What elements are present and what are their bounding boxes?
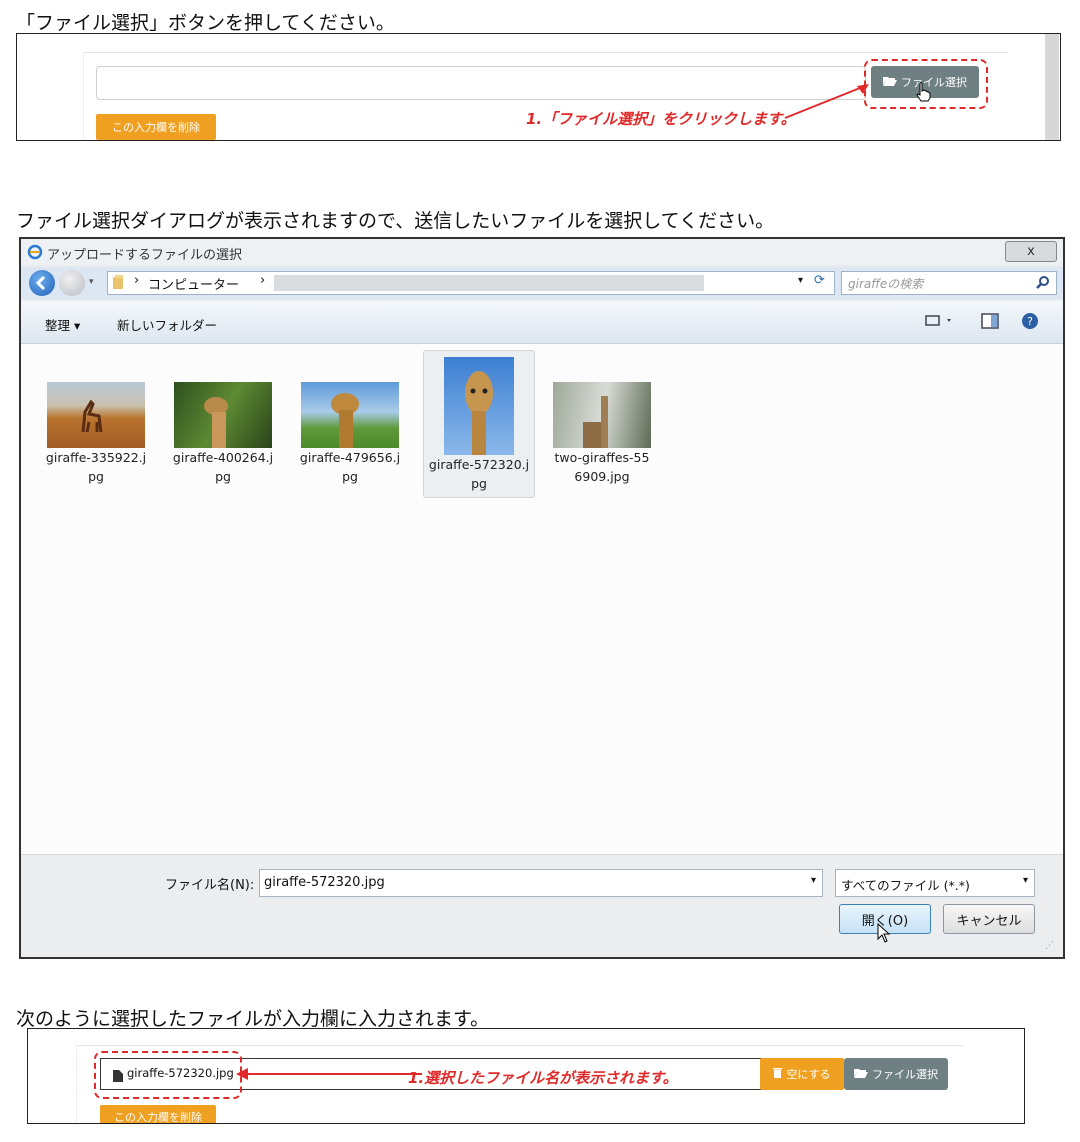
step3-screenshot-panel: giraffe-572320.jpg 空にする ファイル選択 この入力欄を削除 …	[27, 1028, 1025, 1124]
address-bar: ▾ › コンピューター › ▾ ⟳ giraffeの検索	[21, 267, 1063, 299]
file-name-line2: pg	[342, 469, 358, 484]
file-name-line2: 6909.jpg	[574, 469, 630, 484]
resize-grip-icon[interactable]: ⋰	[1045, 941, 1054, 951]
file-item[interactable]: giraffe-335922.j pg	[41, 382, 151, 486]
scrollbar[interactable]	[1045, 34, 1059, 140]
search-icon[interactable]	[1036, 274, 1050, 293]
file-item[interactable]: giraffe-400264.j pg	[168, 382, 278, 486]
preview-pane-icon[interactable]	[981, 313, 999, 333]
file-list-area: giraffe-335922.j pg giraffe-400264.j pg …	[21, 344, 1063, 854]
dialog-toolbar: 整理 ▾ 新しいフォルダー ?	[21, 301, 1063, 344]
browser-icon	[27, 244, 43, 264]
file-select-button[interactable]: ファイル選択	[844, 1058, 948, 1090]
file-name-line1: giraffe-479656.j	[299, 450, 401, 465]
path-dropdown-icon[interactable]: ▾	[798, 275, 803, 286]
clear-button[interactable]: 空にする	[760, 1058, 844, 1090]
dialog-title: アップロードするファイルの選択	[47, 248, 243, 263]
step1-screenshot-panel: ファイル選択 この入力欄を削除 1.「ファイル選択」をクリックします。	[16, 33, 1061, 141]
file-thumbnail	[174, 382, 272, 448]
close-button[interactable]: x	[1005, 241, 1057, 262]
file-path-input[interactable]	[96, 66, 866, 100]
cancel-button[interactable]: キャンセル	[943, 904, 1035, 934]
clear-label: 空にする	[786, 1068, 831, 1081]
back-button[interactable]	[29, 270, 55, 296]
breadcrumb-field[interactable]: › コンピューター › ▾ ⟳	[107, 271, 835, 295]
file-select-label: ファイル選択	[872, 1068, 938, 1081]
chevron-down-icon[interactable]: ▾	[811, 875, 816, 886]
annotation-arrow	[236, 1068, 422, 1080]
file-item[interactable]: giraffe-479656.j pg	[295, 382, 405, 486]
svg-text:?: ?	[1027, 315, 1033, 328]
file-thumbnail	[553, 382, 651, 448]
folder-open-icon	[854, 1067, 868, 1081]
trash-icon	[773, 1067, 783, 1081]
help-icon[interactable]: ?	[1021, 312, 1039, 334]
dialog-bottom-bar: ファイル名(N): giraffe-572320.jpg ▾ すべてのファイル …	[21, 854, 1063, 957]
folder-icon	[112, 274, 128, 294]
file-item[interactable]: two-giraffes-55 6909.jpg	[547, 382, 657, 486]
filename-input[interactable]: giraffe-572320.jpg ▾	[259, 869, 823, 897]
arrow-cursor-icon	[877, 922, 891, 947]
file-name-line1: giraffe-572320.j	[428, 457, 530, 472]
refresh-icon[interactable]: ⟳	[814, 273, 825, 288]
search-input[interactable]: giraffeの検索	[841, 271, 1057, 295]
filename-value: giraffe-572320.jpg	[264, 875, 385, 890]
filetype-select[interactable]: すべてのファイル (*.*) ▾	[835, 869, 1035, 897]
file-thumbnail	[47, 382, 145, 448]
breadcrumb-separator-icon: ›	[134, 273, 140, 288]
step1-instruction: 「ファイル選択」ボタンを押してください。	[16, 12, 395, 34]
file-item-selected[interactable]: giraffe-572320.j pg	[423, 350, 535, 498]
delete-field-button[interactable]: この入力欄を削除	[100, 1105, 216, 1123]
file-name-line1: giraffe-335922.j	[45, 450, 147, 465]
new-folder-button[interactable]: 新しいフォルダー	[117, 315, 217, 334]
filetype-value: すべてのファイル (*.*)	[841, 878, 970, 893]
organize-button[interactable]: 整理 ▾	[45, 315, 80, 334]
file-dialog: アップロードするファイルの選択 x ▾ › コンピューター › ▾ ⟳ gira…	[19, 237, 1065, 959]
history-dropdown-icon[interactable]: ▾	[89, 277, 94, 287]
step1-annotation: 1.「ファイル選択」をクリックします。	[526, 110, 796, 128]
file-name-line2: pg	[215, 469, 231, 484]
step2-instruction: ファイル選択ダイアログが表示されますので、送信したいファイルを選択してください。	[16, 210, 775, 232]
file-thumbnail	[444, 357, 514, 455]
search-placeholder: giraffeの検索	[848, 277, 924, 291]
step3-annotation: 1.選択したファイル名が表示されます。	[408, 1069, 678, 1087]
file-name-line2: pg	[88, 469, 104, 484]
dialog-titlebar: アップロードするファイルの選択 x	[21, 239, 1063, 265]
delete-field-button[interactable]: この入力欄を削除	[96, 114, 216, 140]
file-thumbnail	[301, 382, 399, 448]
highlight-file-select	[864, 59, 988, 109]
breadcrumb-computer[interactable]: コンピューター	[148, 274, 239, 293]
forward-button[interactable]	[59, 270, 85, 296]
filename-label: ファイル名(N):	[165, 878, 255, 893]
file-name-line1: giraffe-400264.j	[172, 450, 274, 465]
chevron-down-icon[interactable]: ▾	[1023, 875, 1028, 886]
file-name-line1: two-giraffes-55	[554, 450, 650, 465]
view-options-icon[interactable]	[925, 313, 955, 332]
redacted-path	[274, 275, 704, 291]
highlight-filename	[94, 1051, 242, 1099]
breadcrumb-separator-icon: ›	[260, 273, 266, 288]
file-name-line2: pg	[471, 476, 487, 491]
step3-instruction: 次のように選択したファイルが入力欄に入力されます。	[16, 1008, 490, 1030]
